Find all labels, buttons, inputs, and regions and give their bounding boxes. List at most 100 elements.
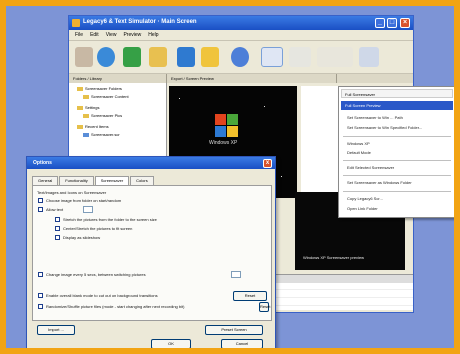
- list-item[interactable]: [259, 297, 413, 298]
- checkbox[interactable]: [38, 304, 43, 309]
- option-label: Change image every 5 secs, between switc…: [46, 272, 146, 277]
- folder-icon: [77, 105, 83, 110]
- text-option-field[interactable]: [83, 206, 93, 213]
- logo-quadrant: [215, 126, 226, 137]
- folder-icon: [83, 94, 89, 99]
- tab-colors[interactable]: Colors: [130, 176, 154, 185]
- star-dot: [281, 176, 282, 177]
- page-icon[interactable]: [177, 47, 195, 67]
- context-menu-item[interactable]: Windows XP: [347, 141, 370, 146]
- close-button[interactable]: ×: [400, 18, 410, 28]
- tree-item[interactable]: Recent Items: [77, 124, 109, 131]
- side-reset-button[interactable]: Reset: [259, 302, 270, 312]
- leaf-icon[interactable]: [123, 47, 141, 67]
- list-item[interactable]: [259, 305, 413, 306]
- tab-functionality[interactable]: Functionality: [59, 176, 94, 185]
- context-menu-item[interactable]: Copy Legacy6 Scr...: [347, 196, 383, 201]
- context-menu-item[interactable]: Open Link Folder: [347, 206, 378, 211]
- options-panel: Text/Images and Icons on Screensaver Cho…: [32, 185, 272, 321]
- option-label: Enable overall blank mode to cut out on …: [46, 293, 158, 298]
- folder-tree: Screensaver Folders Screensaver Content …: [69, 83, 167, 163]
- menu-separator: [343, 191, 451, 192]
- option-label: Allow text: [46, 207, 64, 212]
- menu-file[interactable]: File: [75, 32, 83, 40]
- folder-icon[interactable]: [149, 47, 167, 67]
- logo-quadrant: [227, 114, 238, 125]
- option-label: Display as slideshow: [63, 235, 101, 240]
- side-preview: [301, 86, 343, 198]
- options-title-bar[interactable]: Options x: [27, 157, 275, 169]
- panel-headers: Folders / Library Export / Screen Previe…: [69, 74, 413, 83]
- context-menu-item-selected[interactable]: Full Screen Preview: [341, 101, 453, 110]
- context-menu-title[interactable]: Full Screensaver: [341, 89, 453, 98]
- tree-item[interactable]: Screensaver Content: [83, 94, 129, 101]
- preset-screen-button[interactable]: Preset Screen: [205, 325, 263, 335]
- checkbox[interactable]: [55, 226, 60, 231]
- app-icon: [72, 19, 80, 27]
- toolbar: [69, 40, 413, 74]
- preview-caption: Windows XP: [209, 140, 238, 146]
- mode-icon[interactable]: [317, 47, 353, 67]
- menu-view[interactable]: View: [106, 32, 117, 40]
- import-button[interactable]: Import ...: [37, 325, 75, 335]
- checkbox[interactable]: [55, 217, 60, 222]
- tree-item[interactable]: Screensaver Folders: [77, 86, 122, 93]
- option-label: Choose image from folder on start/random: [46, 198, 122, 203]
- star-dot: [179, 98, 180, 99]
- menu-separator: [343, 175, 451, 176]
- options-title: Options: [33, 160, 52, 166]
- checkbox[interactable]: [55, 235, 60, 240]
- star-icon[interactable]: [201, 47, 219, 67]
- tab-general[interactable]: General: [32, 176, 59, 185]
- close-button[interactable]: x: [263, 159, 272, 168]
- option-label: Randomize/Shuffle picture files (mode - …: [46, 304, 185, 309]
- photo-frame: Legacy6 & Text Simulator · Main Screen _…: [0, 0, 460, 354]
- reset-button[interactable]: Reset: [233, 291, 267, 301]
- folder-icon: [83, 113, 89, 118]
- context-menu-item[interactable]: Set Screensaver to Win ... Path: [347, 115, 403, 120]
- option-label: Stretch the pictures from the folder to …: [63, 217, 157, 222]
- cancel-button[interactable]: Cancel: [221, 339, 263, 348]
- context-menu-item[interactable]: Set Screensaver as Windows Folder: [347, 180, 412, 185]
- tree-item[interactable]: Screensaver Pics: [83, 113, 122, 120]
- context-menu-item[interactable]: Set Screensaver to Win Specified Folder.…: [347, 125, 422, 130]
- menu-separator: [343, 160, 451, 161]
- checkbox[interactable]: [38, 207, 43, 212]
- options-tabs: General Functionality Screensaver Colors: [32, 176, 155, 186]
- help-icon[interactable]: [359, 47, 379, 67]
- menu-bar: File Edit View Preview Help: [69, 30, 413, 40]
- ok-button[interactable]: OK: [151, 339, 191, 348]
- checkbox[interactable]: [38, 293, 43, 298]
- menu-preview[interactable]: Preview: [123, 32, 141, 40]
- main-title-text: Legacy6 & Text Simulator · Main Screen: [83, 19, 197, 25]
- tree-item[interactable]: Screensaver.scr: [83, 132, 120, 139]
- tree-item[interactable]: Settings: [77, 105, 99, 112]
- main-title-bar[interactable]: Legacy6 & Text Simulator · Main Screen _…: [69, 16, 413, 30]
- star-dot: [264, 106, 265, 107]
- list-item[interactable]: [259, 289, 413, 290]
- monitor-icon[interactable]: [261, 47, 283, 67]
- menu-help[interactable]: Help: [148, 32, 158, 40]
- context-menu-item[interactable]: Default Mode: [347, 150, 371, 155]
- menu-edit[interactable]: Edit: [90, 32, 99, 40]
- interval-field[interactable]: [231, 271, 241, 278]
- globe-icon[interactable]: [97, 47, 115, 67]
- desktop-background: Legacy6 & Text Simulator · Main Screen _…: [6, 6, 454, 348]
- minimize-button[interactable]: _: [375, 18, 385, 28]
- panel-header-preview[interactable]: Export / Screen Preview: [167, 74, 337, 83]
- checkbox[interactable]: [38, 198, 43, 203]
- thumbnail-caption: Windows XP Screensaver preview: [303, 255, 365, 260]
- file-list-header: [259, 275, 413, 283]
- panel-header-folders[interactable]: Folders / Library: [69, 74, 167, 83]
- folder-icon: [77, 124, 83, 129]
- maximize-button[interactable]: □: [387, 18, 397, 28]
- settings-icon[interactable]: [231, 47, 249, 67]
- checkbox[interactable]: [38, 272, 43, 277]
- options-dialog: Options x General Functionality Screensa…: [26, 156, 276, 348]
- section-heading: Text/Images and Icons on Screensaver: [37, 190, 107, 195]
- file-list: [259, 274, 413, 310]
- new-icon[interactable]: [75, 47, 93, 67]
- menu-separator: [343, 136, 451, 137]
- preview-icon[interactable]: [289, 47, 311, 67]
- context-menu-item[interactable]: Edit Selected Screensaver: [347, 165, 394, 170]
